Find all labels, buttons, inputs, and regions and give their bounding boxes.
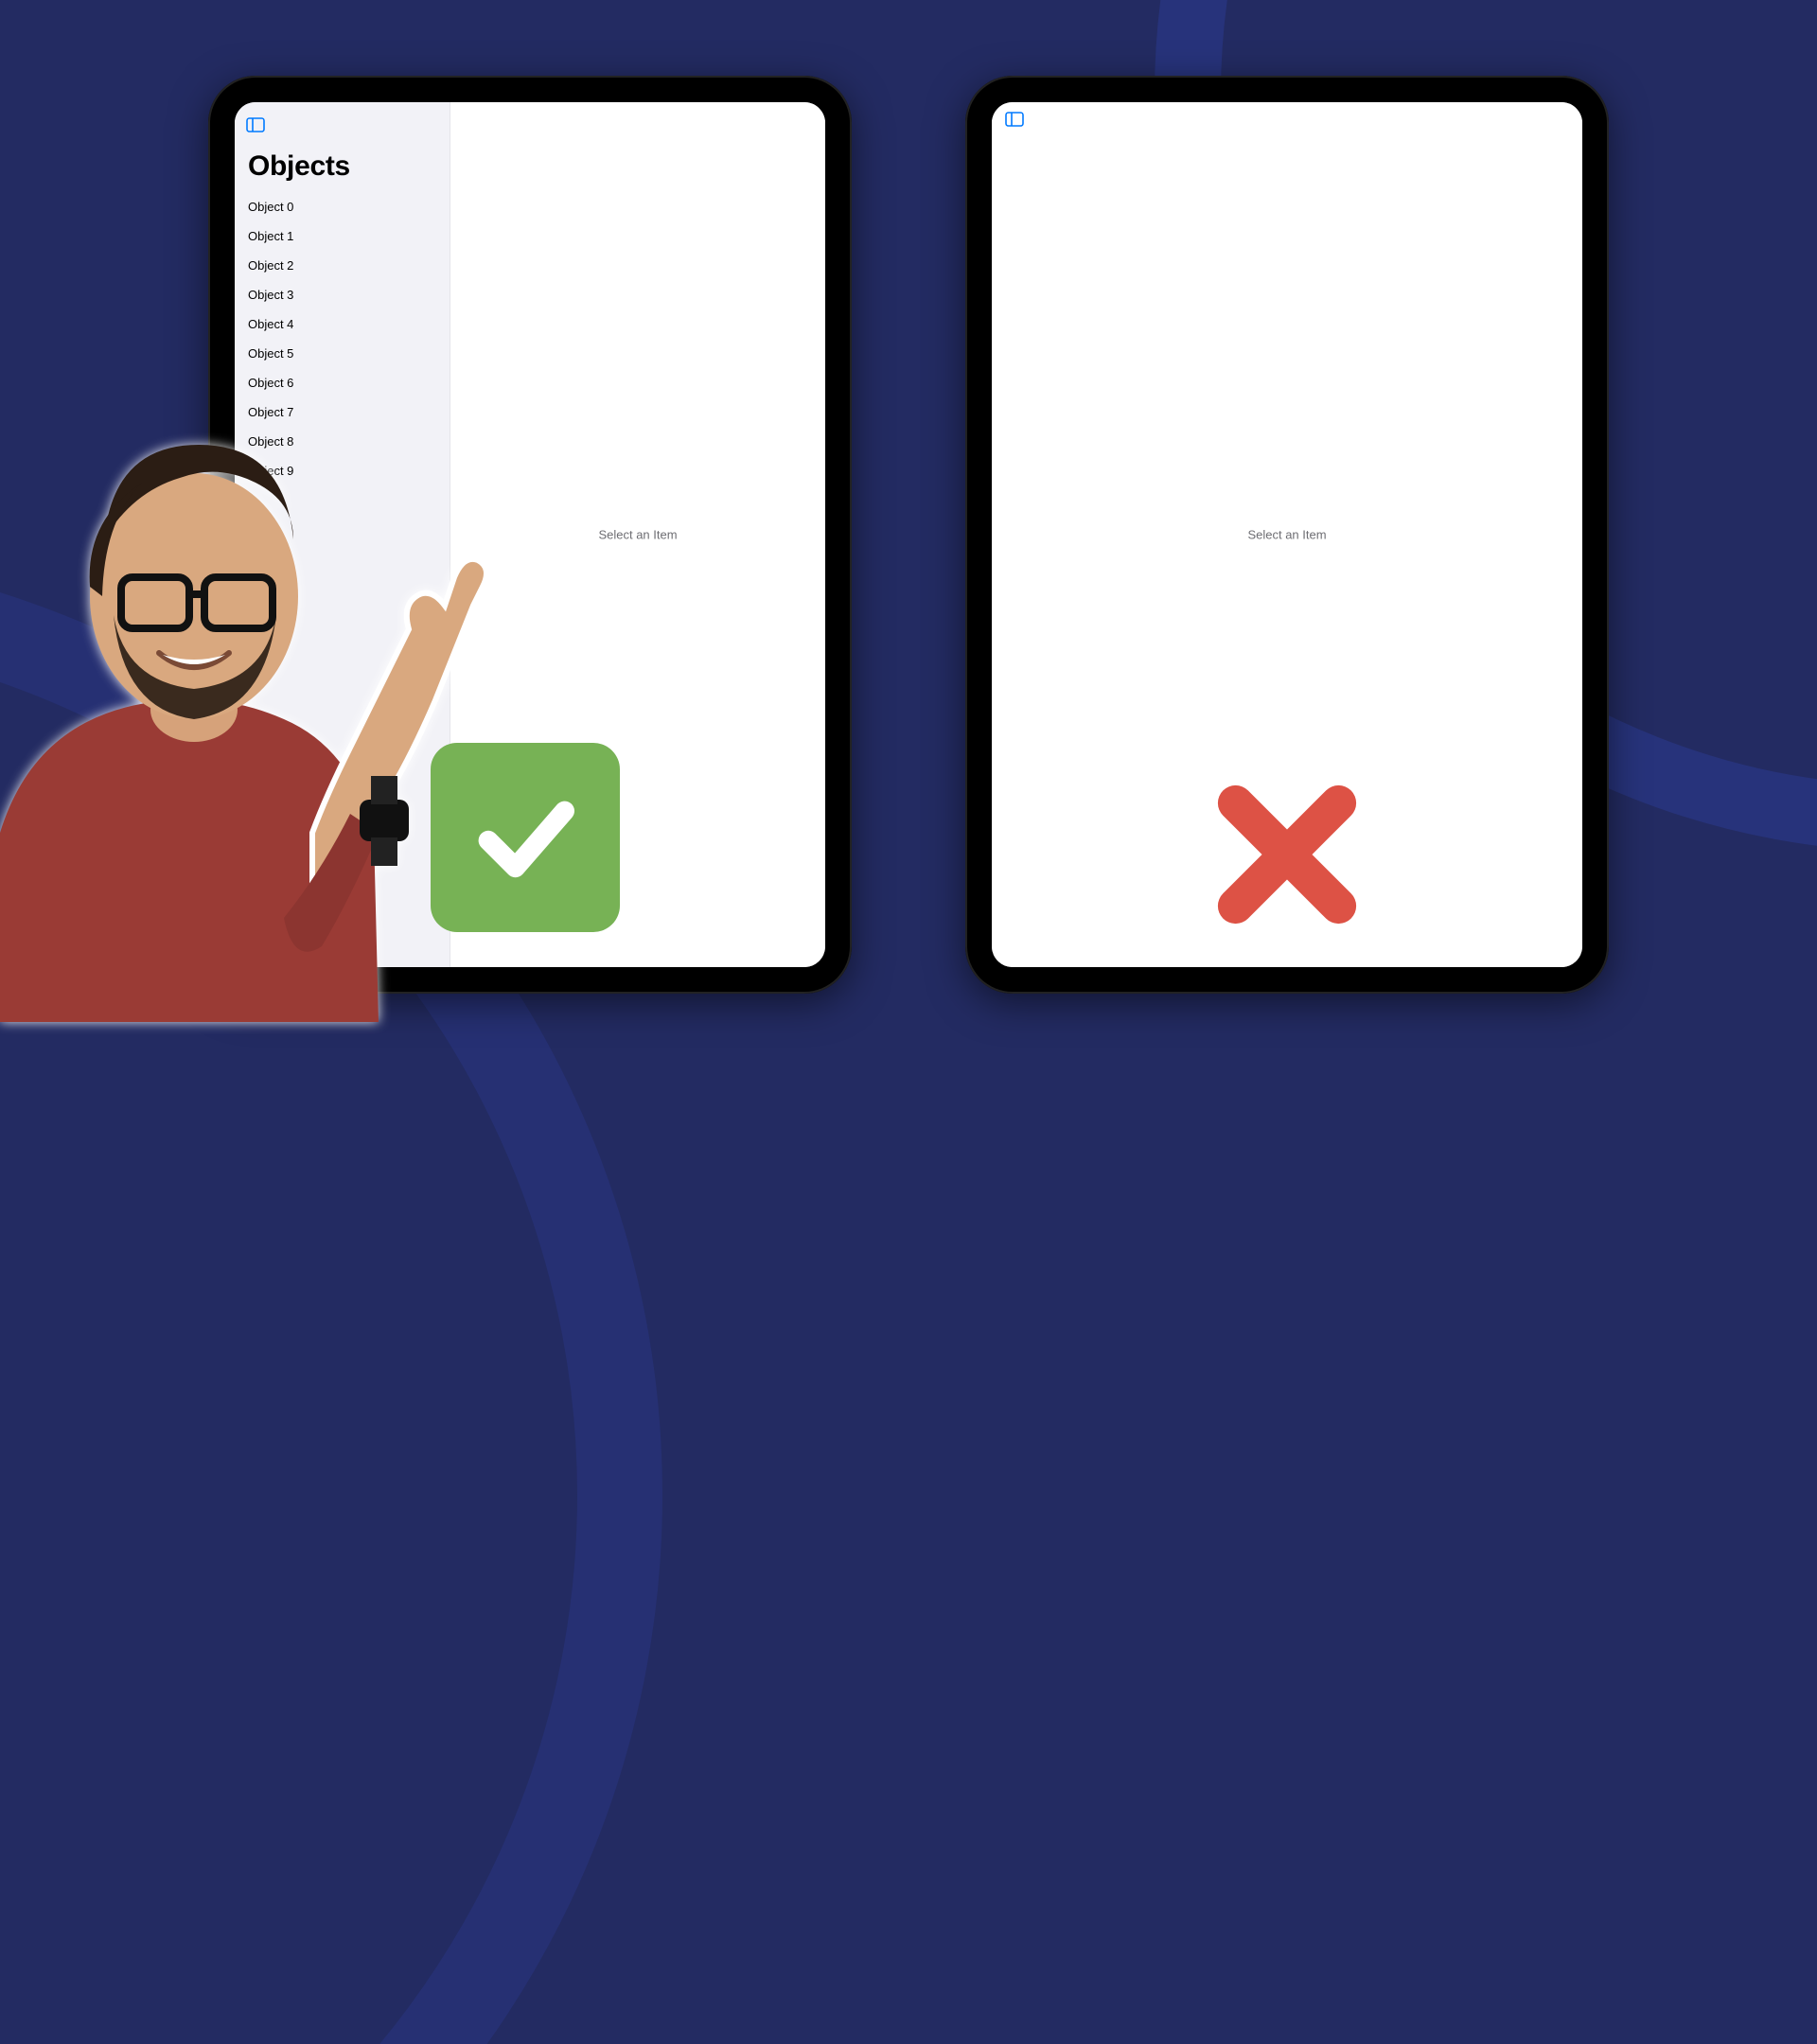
sidebar-toggle-icon[interactable] — [246, 117, 265, 132]
sidebar-title: Objects — [235, 145, 450, 192]
sidebar-topbar — [235, 112, 450, 145]
ipad-right-incorrect: Select an Item — [965, 76, 1609, 994]
list-item[interactable]: Object 1 — [235, 221, 450, 251]
list-item[interactable]: Object 0 — [235, 192, 450, 221]
detail-placeholder-text: Select an Item — [1247, 528, 1326, 542]
presenter-photo — [0, 303, 511, 1022]
cross-icon — [1207, 774, 1367, 940]
sidebar-toggle-icon[interactable] — [1005, 112, 1024, 127]
detail-topbar — [1005, 112, 1024, 132]
status-badge-incorrect — [1202, 771, 1372, 942]
detail-placeholder-text: Select an Item — [598, 528, 677, 542]
list-item[interactable]: Object 2 — [235, 251, 450, 280]
